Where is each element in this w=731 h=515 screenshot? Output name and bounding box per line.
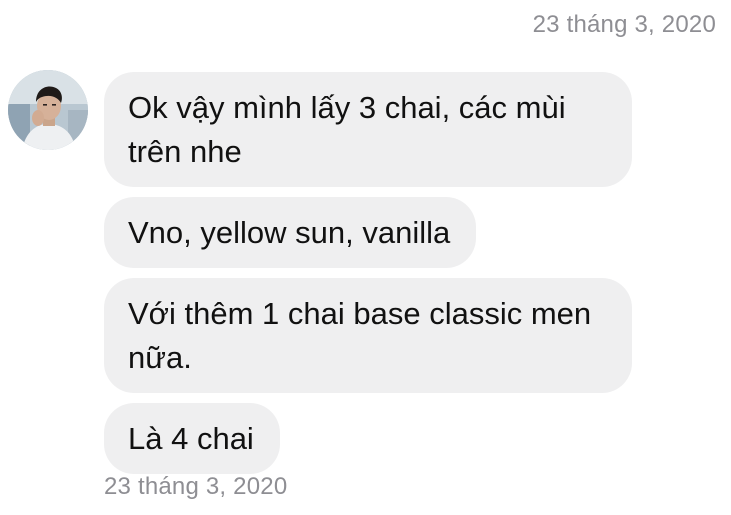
timestamp-bottom: 23 tháng 3, 2020 (104, 473, 288, 500)
avatar-image (8, 70, 88, 150)
message-group: Ok vậy mình lấy 3 chai, các mùi trên nhe… (104, 72, 664, 484)
chat-screen: 23 tháng 3, 2020 Ok vậy mình lấy 3 chai,… (0, 0, 731, 515)
message-bubble[interactable]: Ok vậy mình lấy 3 chai, các mùi trên nhe (104, 72, 632, 187)
message-bubble[interactable]: Vno, yellow sun, vanilla (104, 197, 477, 268)
message-bubble[interactable]: Là 4 chai (104, 403, 280, 474)
message-bubble[interactable]: Với thêm 1 chai base classic men nữa. (104, 278, 632, 393)
avatar[interactable] (8, 70, 88, 150)
timestamp-top: 23 tháng 3, 2020 (532, 11, 716, 38)
